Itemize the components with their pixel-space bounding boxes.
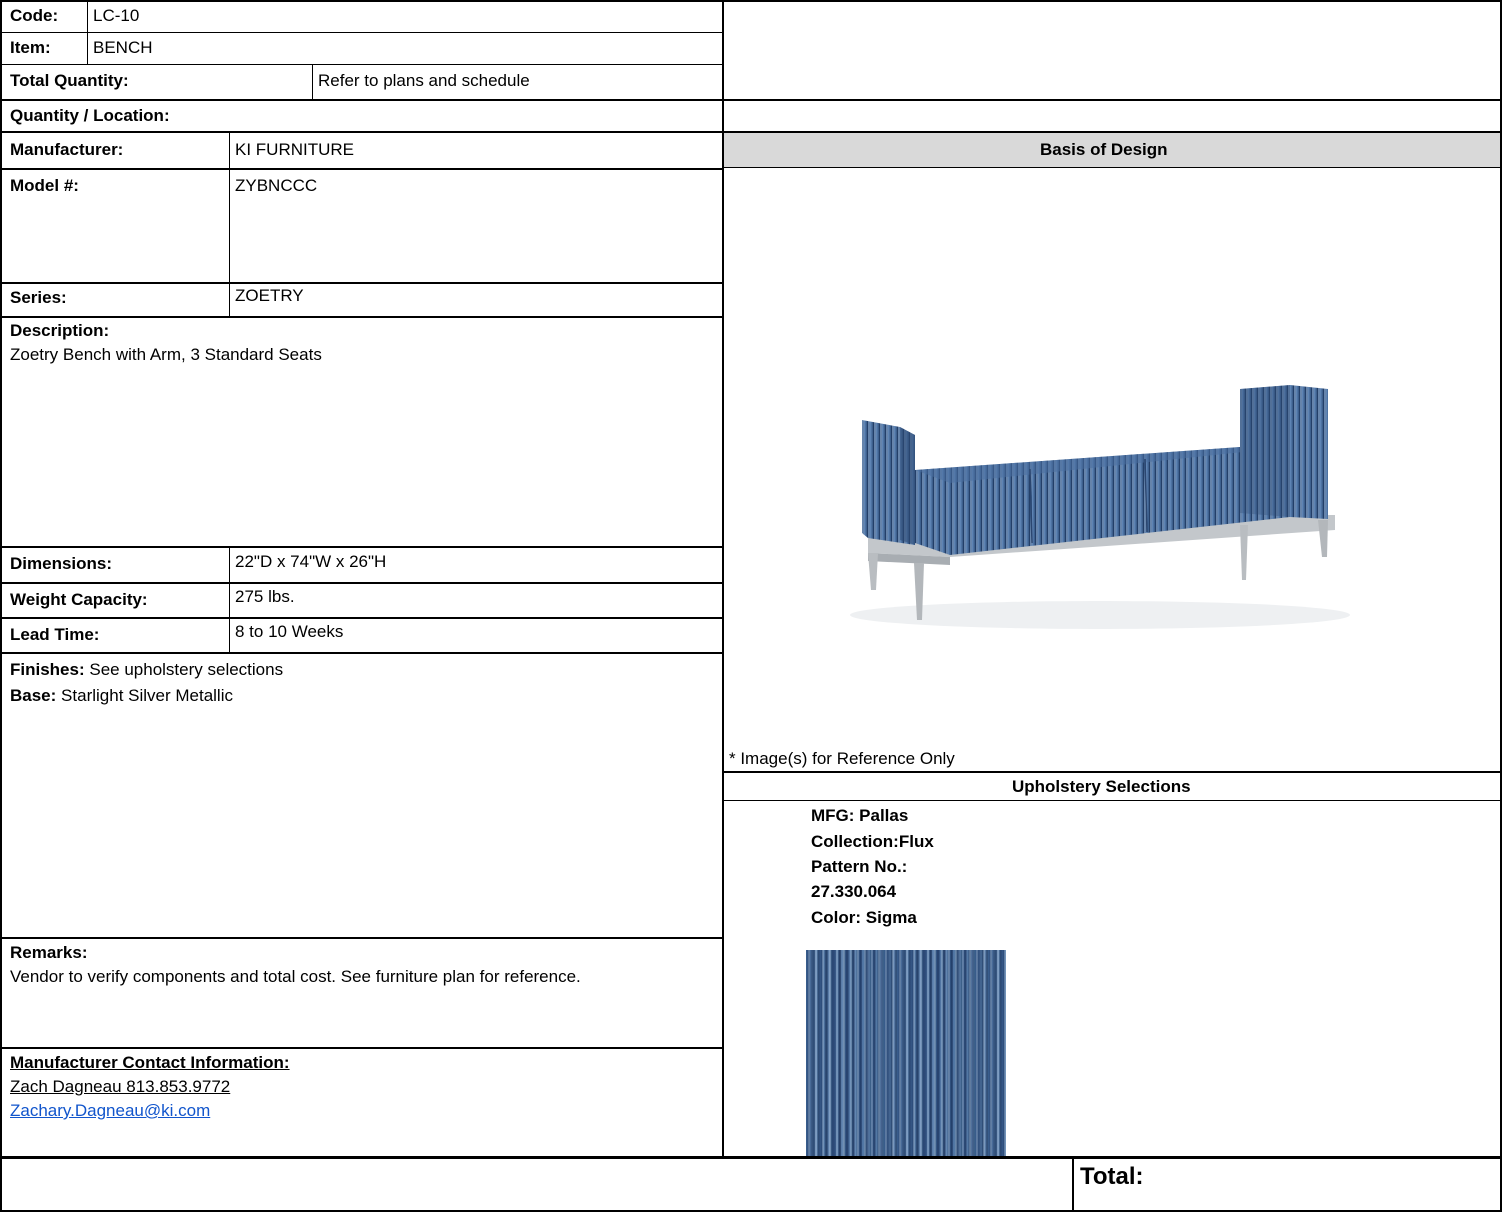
contact-heading: Manufacturer Contact Information: — [10, 1053, 290, 1072]
cell-divider — [229, 546, 230, 653]
fabric-swatch-image — [806, 950, 1006, 1157]
row-line — [0, 32, 724, 33]
row-line — [0, 64, 724, 65]
row-line — [0, 1047, 724, 1049]
row-line — [0, 546, 724, 548]
remarks-value: Vendor to verify components and total co… — [10, 967, 581, 986]
upholstery-pattern-label: Pattern No.: — [811, 857, 908, 876]
base-label: Base: — [10, 686, 57, 705]
basis-of-design-title: Basis of Design — [1040, 140, 1168, 159]
row-line — [0, 99, 1502, 101]
series-label: Series: — [10, 288, 67, 307]
item-label: Item: — [10, 38, 51, 57]
cell-divider — [87, 0, 88, 64]
cell-divider — [229, 133, 230, 317]
upholstery-pattern-number: 27.330.064 — [811, 882, 897, 901]
contact-email-link[interactable]: Zachary.Dagneau@ki.com — [10, 1101, 210, 1121]
series-value: ZOETRY — [235, 286, 304, 305]
model-value: ZYBNCCC — [235, 176, 318, 195]
finishes-line: Finishes: See upholstery selections — [10, 660, 283, 680]
finishes-value: See upholstery selections — [89, 660, 284, 679]
lead-time-value: 8 to 10 Weeks — [235, 622, 344, 641]
contact-name-phone[interactable]: Zach Dagneau 813.853.9772 — [10, 1077, 230, 1097]
base-value: Starlight Silver Metallic — [61, 686, 233, 705]
row-line — [0, 937, 724, 939]
row-line — [0, 316, 724, 318]
upholstery-selections-title: Upholstery Selections — [1012, 777, 1191, 796]
dimensions-value: 22"D x 74"W x 26"H — [235, 552, 387, 571]
weight-capacity-value: 275 lbs. — [235, 587, 295, 606]
row-line — [724, 800, 1502, 801]
total-label: Total: — [1080, 1163, 1144, 1190]
bench-image — [850, 385, 1350, 629]
dimensions-label: Dimensions: — [10, 554, 113, 573]
base-line: Base: Starlight Silver Metallic — [10, 686, 233, 706]
quantity-location-label: Quantity / Location: — [10, 106, 170, 125]
manufacturer-value: KI FURNITURE — [235, 140, 354, 159]
code-value: LC-10 — [93, 6, 140, 25]
row-line — [724, 771, 1502, 773]
model-label: Model #: — [10, 176, 79, 195]
manufacturer-label: Manufacturer: — [10, 140, 124, 159]
upholstery-collection: Collection:Flux — [811, 832, 934, 851]
cell-divider — [312, 64, 313, 100]
item-value: BENCH — [93, 38, 153, 57]
lead-time-label: Lead Time: — [10, 625, 100, 644]
finishes-label: Finishes: — [10, 660, 85, 679]
remarks-label: Remarks: — [10, 943, 88, 962]
row-line — [0, 652, 724, 654]
footer-divider — [1072, 1156, 1074, 1212]
total-quantity-value: Refer to plans and schedule — [318, 71, 530, 90]
upholstery-color: Color: Sigma — [811, 908, 917, 927]
weight-capacity-label: Weight Capacity: — [10, 590, 148, 609]
code-label: Code: — [10, 6, 59, 25]
footer-line — [0, 1156, 1502, 1159]
row-line — [0, 168, 724, 170]
image-reference-note: * Image(s) for Reference Only — [729, 749, 955, 768]
description-value: Zoetry Bench with Arm, 3 Standard Seats — [10, 345, 322, 364]
row-line — [0, 282, 724, 284]
upholstery-mfg: MFG: Pallas — [811, 806, 909, 825]
column-divider — [722, 0, 724, 1158]
description-label: Description: — [10, 321, 110, 340]
row-line — [0, 582, 724, 584]
total-quantity-label: Total Quantity: — [10, 71, 129, 90]
row-line — [0, 617, 724, 619]
